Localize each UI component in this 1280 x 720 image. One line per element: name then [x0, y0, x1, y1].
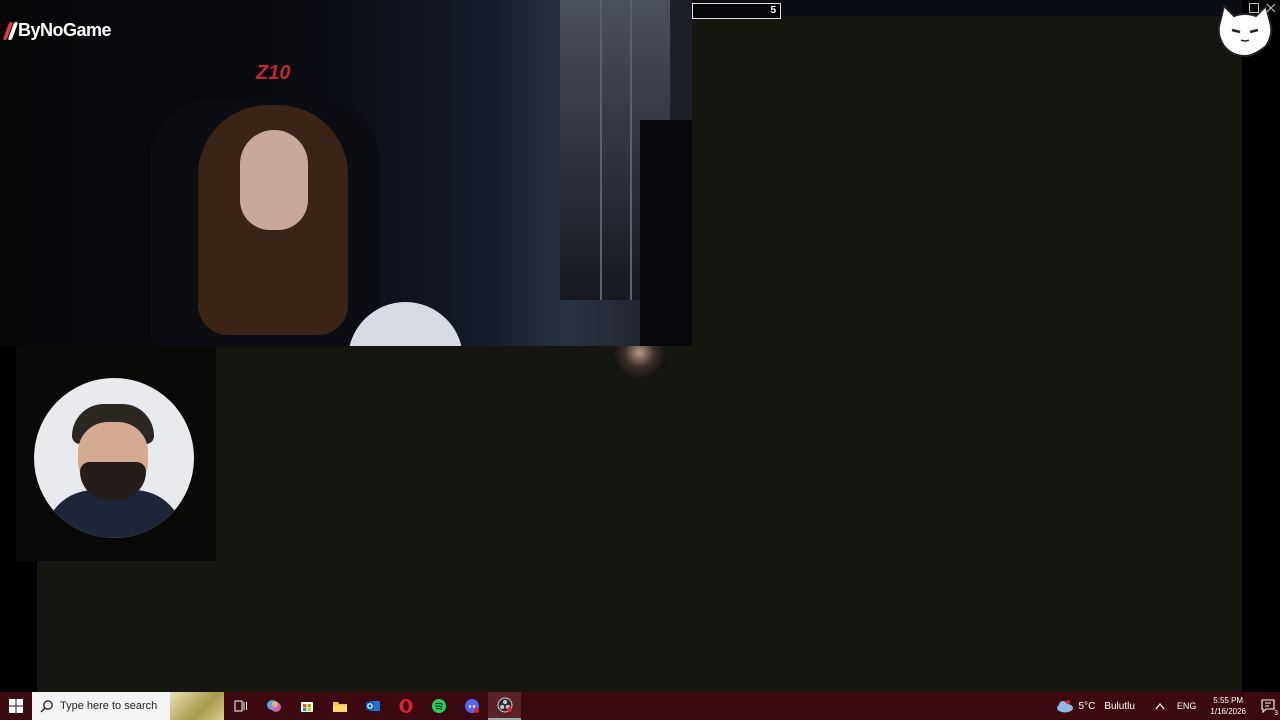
- folder-icon: [332, 702, 347, 712]
- viewer-counter: 5: [692, 3, 781, 19]
- wall-panel-line: [600, 0, 602, 300]
- taskbar-app-outlook[interactable]: [356, 692, 389, 720]
- taskbar-app-discord[interactable]: [455, 692, 488, 720]
- guest-avatar: [34, 378, 194, 538]
- language-indicator[interactable]: ENG: [1177, 701, 1197, 711]
- weather-desc: Bulutlu: [1104, 700, 1135, 712]
- taskbar-app-obs[interactable]: [488, 692, 521, 720]
- obs-icon: [497, 697, 512, 713]
- chair-logo: Z10: [256, 62, 291, 84]
- windows-icon: [9, 699, 23, 713]
- search-highlight-art: [170, 692, 224, 720]
- clock-time: 5:55 PM: [1213, 696, 1244, 705]
- discord-icon: [464, 699, 479, 713]
- weather-widget[interactable]: 5°C Bulutlu: [1056, 699, 1135, 713]
- streamer-face: [240, 130, 308, 230]
- taskbar-search[interactable]: Type here to search: [32, 692, 224, 720]
- taskbar-app-opera[interactable]: [389, 692, 422, 720]
- notification-count: 3: [1274, 710, 1278, 717]
- desktop: Z10 5 ByNoGame: [0, 0, 1280, 692]
- taskbar-app-store[interactable]: [290, 692, 323, 720]
- clock[interactable]: 5:55 PM 1/16/2026: [1210, 695, 1246, 717]
- notification-center-button[interactable]: 3: [1256, 692, 1280, 720]
- mini-avatar: [613, 346, 666, 378]
- close-icon[interactable]: [1266, 3, 1276, 13]
- outlook-icon: [365, 701, 380, 711]
- start-button[interactable]: [0, 692, 32, 720]
- taskbar: Type here to search 5°C Bulutlu ENG 5:55: [0, 692, 1280, 720]
- notification-icon: [1261, 699, 1275, 713]
- task-view-button[interactable]: [224, 692, 257, 720]
- task-view-icon: [234, 700, 247, 712]
- cloud-icon: [1056, 700, 1073, 713]
- chevron-up-icon[interactable]: [1155, 702, 1165, 710]
- copilot-icon: [266, 700, 281, 712]
- wall-panel-line: [630, 0, 632, 300]
- brand-logo: ByNoGame: [2, 20, 112, 41]
- system-tray: 5°C Bulutlu ENG 5:55 PM 1/16/2026 3: [1056, 692, 1280, 720]
- taskbar-app-spotify[interactable]: [422, 692, 455, 720]
- taskbar-app-file-explorer[interactable]: [323, 692, 356, 720]
- search-icon: [40, 700, 53, 713]
- webcam-door: [640, 120, 692, 346]
- taskbar-app-copilot[interactable]: [257, 692, 290, 720]
- webcam-feed: Z10: [0, 0, 692, 346]
- brand-text: ByNoGame: [18, 20, 112, 40]
- store-icon: [300, 702, 313, 712]
- weather-temp: 5°C: [1078, 700, 1096, 712]
- brand-mark-icon: [2, 21, 19, 41]
- clock-date: 1/16/2026: [1210, 707, 1246, 716]
- spotify-icon: [431, 699, 446, 713]
- maximize-icon[interactable]: [1249, 3, 1259, 13]
- search-placeholder: Type here to search: [60, 700, 158, 712]
- opera-icon: [399, 699, 412, 713]
